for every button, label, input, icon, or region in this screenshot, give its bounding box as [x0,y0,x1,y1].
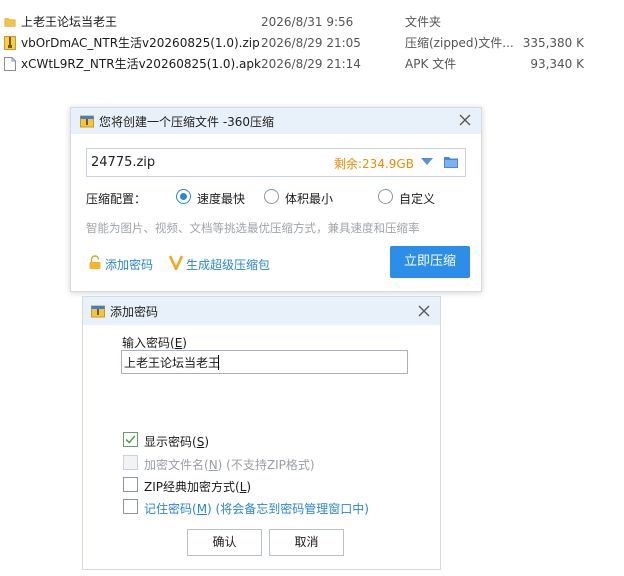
radio-icon [264,189,279,204]
compress-dialog-title: 您将创建一个压缩文件 -360压缩 [99,115,275,129]
password-dialog-title: 添加密码 [110,305,159,319]
archive-logo-icon [80,115,94,128]
option-smallest-label: 体积最小 [285,192,334,206]
close-icon[interactable] [417,304,431,318]
close-icon[interactable] [458,113,472,127]
checkbox-disabled-icon [123,455,138,470]
file-name: xCWtL9RZ_NTR生活v20260825(1.0).apk [21,57,261,71]
file-type: 文件夹 [405,15,442,29]
folder-browse-icon[interactable] [443,155,459,169]
compress-now-button[interactable]: 立即压缩 [390,246,470,278]
apk-file-icon [4,57,16,71]
archive-path-field[interactable]: 24775.zip 剩余:234.9GB [86,148,466,177]
dropdown-arrow-icon[interactable] [421,158,433,166]
file-date: 2026/8/29 21:14 [261,57,361,71]
zip-classic-label: ZIP经典加密方式(L) [144,480,252,494]
confirm-button[interactable]: 确认 [187,529,262,556]
add-password-label: 添加密码 [105,258,154,272]
folder-icon [4,18,16,27]
checkbox-icon [123,477,138,492]
compress-hint-text: 智能为图片、视频、文档等挑选最优压缩方式，兼具速度和压缩率 [86,221,420,235]
password-dialog-title-bar[interactable]: 添加密码 [83,297,440,325]
file-name: vbOrDmAC_NTR生活v20260825(1.0).zip [21,36,260,50]
file-date: 2026/8/31 9:56 [261,15,354,29]
file-row[interactable]: 上老王论坛当老王 2026/8/31 9:56 文件夹 [0,12,590,33]
compress-config-label: 压缩配置： [86,192,147,206]
file-list: 上老王论坛当老王 2026/8/31 9:56 文件夹 vbOrDmAC_NTR… [0,12,590,75]
radio-icon [378,189,393,204]
password-dialog: 添加密码 输入密码(E) 上老王论坛当老王 显示密码(S) 加密文件名(N) (… [82,296,441,570]
compress-dialog: 您将创建一个压缩文件 -360压缩 24775.zip 剩余:234.9GB 压… [70,107,482,292]
file-name: 上老王论坛当老王 [21,15,118,29]
archive-file-name: 24775.zip [91,155,156,170]
archive-logo-icon [91,305,105,318]
cancel-button[interactable]: 取消 [269,529,344,556]
password-input[interactable]: 上老王论坛当老王 [121,350,408,374]
lock-icon [89,255,101,269]
show-password-label: 显示密码(S) [144,435,209,449]
zip-file-icon [4,36,16,50]
file-row[interactable]: xCWtL9RZ_NTR生活v20260825(1.0).apk 2026/8/… [0,54,590,75]
file-row[interactable]: vbOrDmAC_NTR生活v20260825(1.0).zip 2026/8/… [0,33,590,54]
file-size: 335,380 K [522,36,584,50]
checkbox-checked-icon [123,432,138,447]
super-pack-label: 生成超级压缩包 [186,258,271,272]
file-type: 压缩(zipped)文件... [405,36,514,50]
v-badge-icon [169,255,183,270]
compress-dialog-title-bar[interactable]: 您将创建一个压缩文件 -360压缩 [71,108,481,134]
free-space-label: 剩余:234.9GB [334,157,414,171]
checkbox-icon [123,499,138,514]
encrypt-filenames-label: 加密文件名(N) (不支持ZIP格式) [144,458,315,472]
password-value: 上老王论坛当老王 [124,356,221,370]
file-date: 2026/8/29 21:05 [261,36,361,50]
option-fastest-label: 速度最快 [197,192,246,206]
option-custom-label: 自定义 [399,192,436,206]
radio-selected-icon [176,189,191,204]
password-input-label: 输入密码(E) [122,336,187,350]
file-type: APK 文件 [405,57,457,71]
file-size: 93,340 K [530,57,584,71]
text-caret [218,355,219,370]
remember-password-label: 记住密码(M) (将会备忘到密码管理窗口中) [144,502,369,516]
